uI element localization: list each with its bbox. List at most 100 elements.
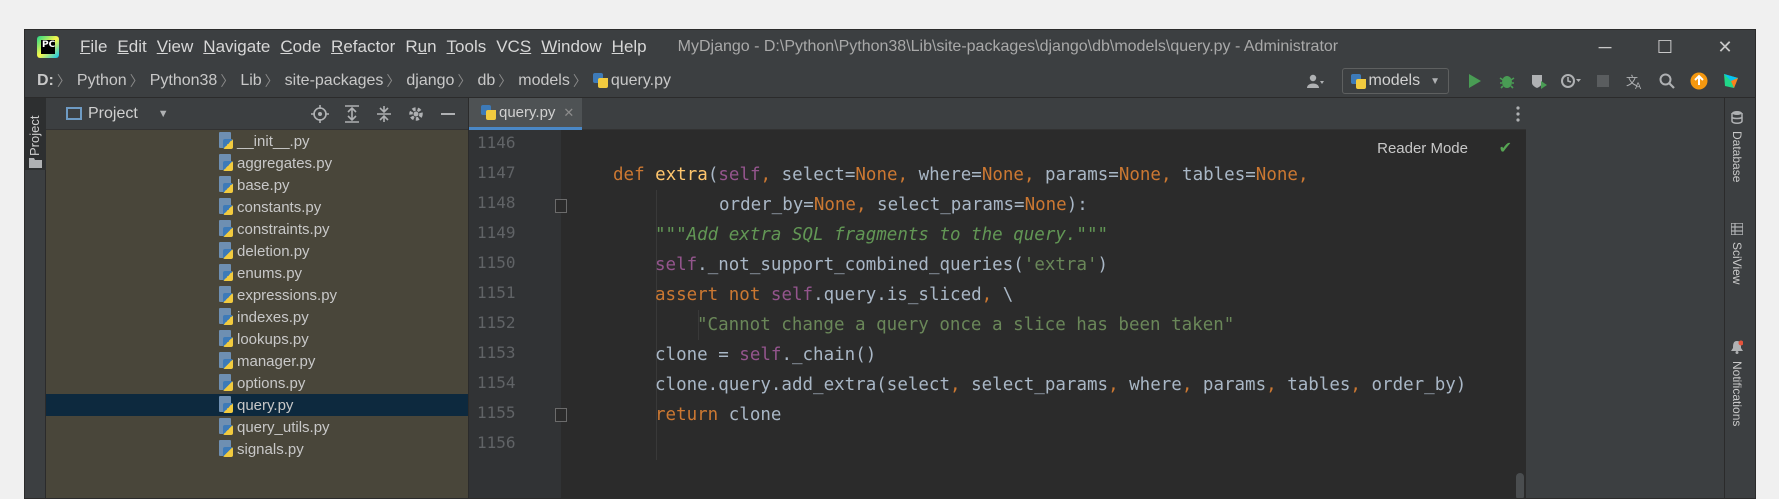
- menu-item[interactable]: Navigate: [198, 30, 275, 64]
- project-panel: Project ▼ __init__.py aggregates.py base…: [46, 98, 469, 498]
- line-number: 1148: [477, 193, 516, 212]
- python-file-icon: [218, 330, 234, 348]
- navigation-bar: D: 〉 Python 〉 Python38 〉 Lib 〉 site-packages 〉 dja…: [25, 64, 1755, 98]
- gear-icon[interactable]: [402, 100, 430, 128]
- run-icon[interactable]: [1461, 67, 1489, 95]
- tree-item[interactable]: __init__.py: [46, 130, 468, 152]
- python-file-icon: [218, 198, 234, 216]
- menu-item[interactable]: Run: [400, 30, 441, 64]
- notifications-tool-tab[interactable]: Notifications: [1730, 340, 1744, 426]
- menu-item[interactable]: Help: [607, 30, 652, 64]
- menu-item[interactable]: Code: [275, 30, 326, 64]
- line-number: 1149: [477, 223, 516, 242]
- project-tool-tab[interactable]: Project: [25, 98, 46, 170]
- code-line-1151: assert not self.query.is_sliced, \: [655, 285, 1014, 305]
- minimize-button[interactable]: ─: [1575, 30, 1635, 64]
- tree-item[interactable]: constraints.py: [46, 218, 468, 240]
- tree-item[interactable]: constants.py: [46, 196, 468, 218]
- python-file-icon: [218, 286, 234, 304]
- user-icon[interactable]: [1302, 67, 1330, 95]
- ide-window: PC File Edit View Navigate Code Refactor Run To…: [24, 29, 1756, 499]
- breadcrumb-item[interactable]: D:: [37, 72, 54, 90]
- tree-item[interactable]: enums.py: [46, 262, 468, 284]
- maximize-button[interactable]: ☐: [1635, 30, 1695, 64]
- tree-item-label: lookups.py: [237, 330, 309, 348]
- menu-item[interactable]: File: [75, 30, 112, 64]
- tree-item[interactable]: aggregates.py: [46, 152, 468, 174]
- breadcrumb-separator-icon: 〉: [386, 72, 401, 89]
- menu-item[interactable]: Window: [536, 30, 606, 64]
- tree-item-label: constants.py: [237, 198, 322, 216]
- debug-icon[interactable]: [1493, 67, 1521, 95]
- breadcrumb-item[interactable]: db: [477, 72, 495, 90]
- run-config-label: models: [1368, 72, 1421, 89]
- reader-mode-toggle[interactable]: Reader Mode: [1377, 140, 1468, 157]
- tree-item[interactable]: expressions.py: [46, 284, 468, 306]
- project-view-selector[interactable]: Project ▼: [52, 105, 169, 123]
- tab-options-icon[interactable]: [1516, 98, 1520, 130]
- breadcrumb-item[interactable]: query.py: [592, 72, 671, 90]
- tree-item[interactable]: options.py: [46, 372, 468, 394]
- breadcrumb-separator-icon: 〉: [457, 72, 472, 89]
- python-file-icon: [218, 176, 234, 194]
- line-number: 1147: [477, 163, 516, 182]
- tree-item[interactable]: deletion.py: [46, 240, 468, 262]
- folder-icon: [29, 158, 42, 168]
- hide-panel-icon[interactable]: [434, 100, 462, 128]
- tree-item[interactable]: signals.py: [46, 438, 468, 460]
- breadcrumb-separator-icon: 〉: [220, 72, 235, 89]
- tree-item-label: aggregates.py: [237, 154, 333, 172]
- database-tool-tab[interactable]: Database: [1730, 110, 1744, 182]
- editor: query.py ✕ 1146 1147 1148 1149 1150 1151 1152 1…: [469, 98, 1526, 498]
- right-tool-stripe: Database SciView Notifications: [1724, 98, 1755, 498]
- expand-all-icon[interactable]: [338, 100, 366, 128]
- tree-item[interactable]: query_utils.py: [46, 416, 468, 438]
- close-tab-icon[interactable]: ✕: [563, 105, 574, 121]
- locate-icon[interactable]: [306, 100, 334, 128]
- breadcrumb-item[interactable]: Python: [77, 72, 127, 90]
- breadcrumb-item[interactable]: site-packages: [285, 72, 384, 90]
- notifications-tool-label: Notifications: [1730, 361, 1744, 427]
- menu-item[interactable]: Edit: [112, 30, 151, 64]
- menu-item[interactable]: View: [152, 30, 199, 64]
- python-file-icon: [218, 440, 234, 458]
- inspection-ok-icon[interactable]: ✔: [1499, 138, 1512, 158]
- vertical-scrollbar[interactable]: [1516, 473, 1524, 498]
- sciview-icon: [1730, 222, 1744, 238]
- menu-item[interactable]: Tools: [442, 30, 492, 64]
- update-icon[interactable]: [1685, 67, 1713, 95]
- menu-item[interactable]: VCS: [491, 30, 536, 64]
- breadcrumb-item[interactable]: Lib: [240, 72, 261, 90]
- sciview-tool-tab[interactable]: SciView: [1730, 222, 1744, 285]
- line-number-gutter: 1146 1147 1148 1149 1150 1151 1152 1153 1154 1155…: [469, 130, 567, 498]
- tree-item[interactable]: query.py: [46, 394, 468, 416]
- coverage-icon[interactable]: [1525, 67, 1553, 95]
- close-button[interactable]: ✕: [1695, 30, 1755, 64]
- breadcrumb-item[interactable]: django: [406, 72, 454, 90]
- tree-item[interactable]: base.py: [46, 174, 468, 196]
- breadcrumb-item[interactable]: models: [518, 72, 570, 90]
- stop-icon[interactable]: [1589, 67, 1617, 95]
- search-icon[interactable]: [1653, 67, 1681, 95]
- tab-query-py[interactable]: query.py ✕: [469, 98, 582, 130]
- tree-item[interactable]: manager.py: [46, 350, 468, 372]
- python-file-icon: [218, 374, 234, 392]
- tab-label: query.py: [499, 104, 556, 121]
- menu-item[interactable]: Refactor: [326, 30, 400, 64]
- jetbrains-icon[interactable]: [1717, 67, 1745, 95]
- line-number: 1146: [477, 133, 516, 152]
- breadcrumb-item[interactable]: Python38: [150, 72, 218, 90]
- python-file-icon: [481, 105, 496, 120]
- tree-item[interactable]: indexes.py: [46, 306, 468, 328]
- editor-tab-bar: query.py ✕: [469, 98, 1526, 130]
- line-number: 1153: [477, 343, 516, 362]
- translate-icon[interactable]: 文A: [1621, 67, 1649, 95]
- code-area[interactable]: def extra(self, select=None, where=None,…: [561, 130, 1526, 498]
- tree-item[interactable]: lookups.py: [46, 328, 468, 350]
- breadcrumb-separator-icon: 〉: [129, 72, 144, 89]
- collapse-all-icon[interactable]: [370, 100, 398, 128]
- sciview-tool-label: SciView: [1730, 242, 1744, 285]
- run-configuration-select[interactable]: models ▼: [1341, 68, 1449, 94]
- chevron-down-icon: ▼: [157, 107, 169, 120]
- profile-icon[interactable]: [1557, 67, 1585, 95]
